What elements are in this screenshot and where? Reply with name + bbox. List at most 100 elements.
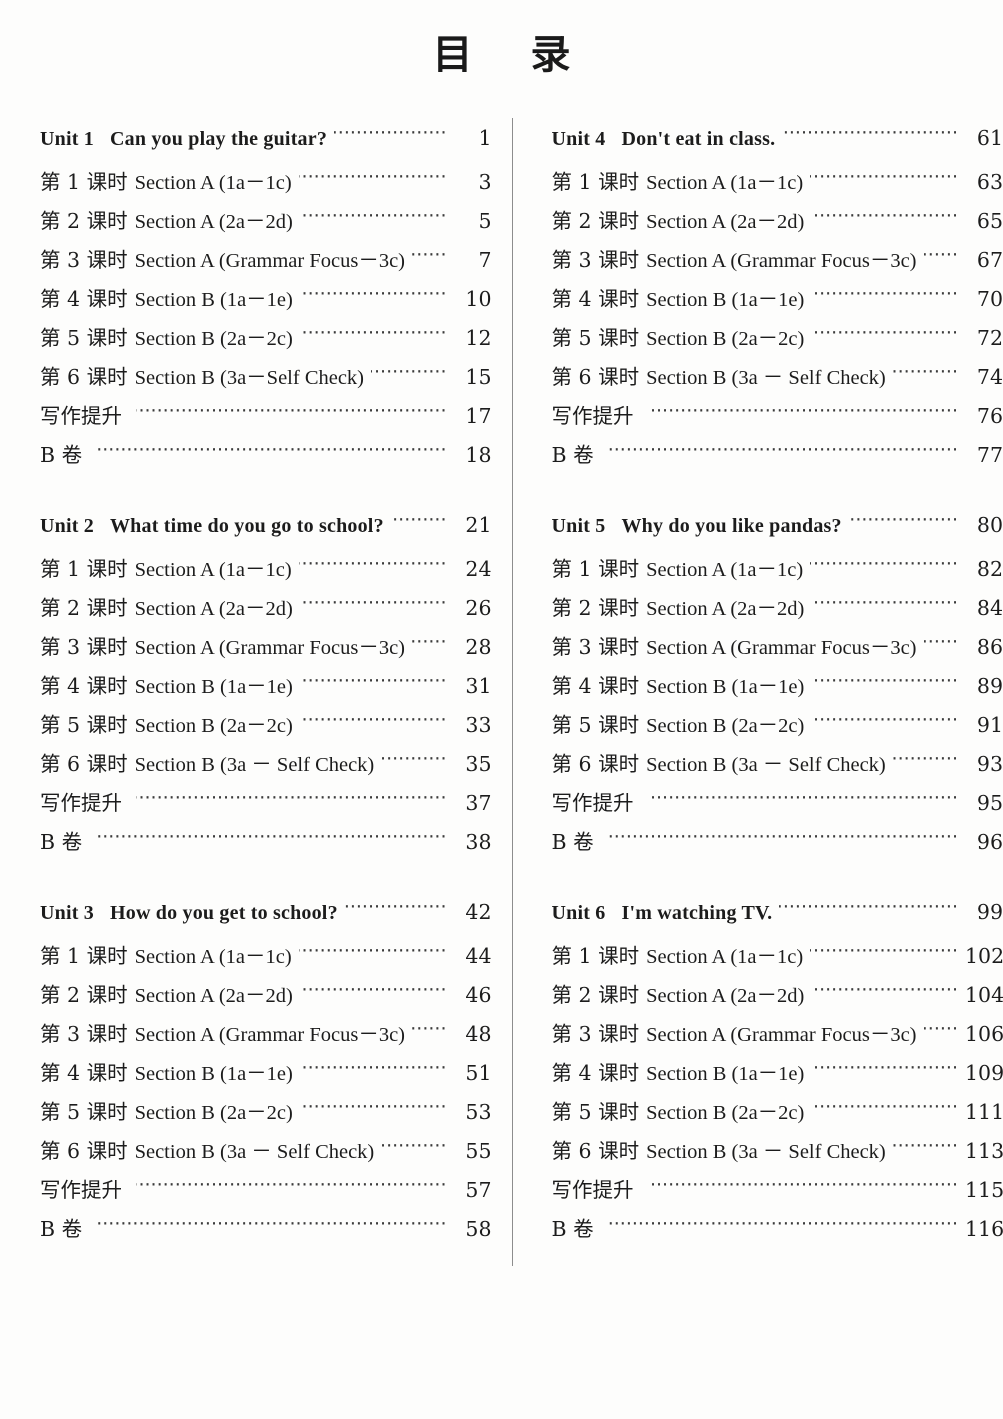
page-number: 24 [465, 557, 492, 581]
toc-lesson-row[interactable]: 第 4 课时 Section B (1a－1e) 51 [40, 1056, 492, 1095]
toc-lesson-row[interactable]: B 卷 116 [552, 1212, 1003, 1251]
leader-dots [136, 1181, 447, 1197]
page-number: 74 [976, 365, 1003, 389]
toc-lesson-row[interactable]: 第 2 课时 Section A (2a－2d) 65 [552, 204, 1003, 243]
toc-lesson-row[interactable]: 第 1 课时 Section A (1a－1c) 44 [40, 939, 492, 978]
toc-unit-block: Unit 3 How do you get to school? 42 第 1 课时 S… [40, 900, 492, 1251]
page-number: 67 [976, 248, 1003, 272]
page-number: 35 [465, 752, 492, 776]
toc-lesson-row[interactable]: 第 1 课时 Section A (1a－1c) 102 [552, 939, 1003, 978]
toc-lesson-row[interactable]: 第 5 课时 Section B (2a－2c) 53 [40, 1095, 492, 1134]
toc-lesson-row[interactable]: 第 3 课时 Section A (Grammar Focus－3c) 28 [40, 630, 492, 669]
unit-label: Unit 4 Don't eat in class. [552, 128, 776, 151]
toc-unit-block: Unit 5 Why do you like pandas? 80 第 1 课时 Sec… [552, 513, 1003, 864]
page-number: 44 [465, 944, 492, 968]
leader-dots [299, 560, 447, 576]
leader-dots [811, 599, 958, 615]
page-number: 15 [465, 365, 492, 389]
leader-dots [412, 1025, 446, 1041]
page-number: 57 [465, 1178, 492, 1202]
toc-unit-row[interactable]: Unit 1 Can you play the guitar? 1 [40, 126, 492, 165]
lesson-tag: 第 4 课时 [40, 1061, 128, 1085]
page-number: 113 [965, 1139, 1003, 1163]
toc-lesson-row[interactable]: B 卷 38 [40, 825, 492, 864]
toc-lesson-row[interactable]: 第 2 课时 Section A (2a－2d) 26 [40, 591, 492, 630]
toc-unit-row[interactable]: Unit 4 Don't eat in class. 61 [552, 126, 1003, 165]
toc-lesson-row[interactable]: 第 6 课时 Section B (3a － Self Check) 35 [40, 747, 492, 786]
page-number: 37 [465, 791, 492, 815]
toc-lesson-row[interactable]: 第 3 课时 Section A (Grammar Focus－3c) 106 [552, 1017, 1003, 1056]
toc-lesson-row[interactable]: 写作提升 57 [40, 1173, 492, 1212]
page-number: 63 [976, 170, 1003, 194]
toc-lesson-row[interactable]: 第 1 课时 Section A (1a－1c) 3 [40, 165, 492, 204]
toc-lesson-row[interactable]: 写作提升 37 [40, 786, 492, 825]
toc-lesson-row[interactable]: 第 3 课时 Section A (Grammar Focus－3c) 7 [40, 243, 492, 282]
toc-lesson-row[interactable]: 第 6 课时 Section B (3a － Self Check) 55 [40, 1134, 492, 1173]
toc-lesson-row[interactable]: 第 1 课时 Section A (1a－1c) 63 [552, 165, 1003, 204]
page-number: 109 [965, 1061, 1003, 1085]
page-number: 95 [976, 791, 1003, 815]
lesson-tag: 第 1 课时 [40, 557, 128, 581]
toc-lesson-row[interactable]: 第 6 课时 Section B (3a－Self Check) 15 [40, 360, 492, 399]
toc-lesson-row[interactable]: 写作提升 76 [552, 399, 1003, 438]
toc-unit-row[interactable]: Unit 3 How do you get to school? 42 [40, 900, 492, 939]
toc-lesson-row[interactable]: 第 6 课时 Section B (3a － Self Check) 93 [552, 747, 1003, 786]
toc-lesson-row[interactable]: 第 5 课时 Section B (2a－2c) 91 [552, 708, 1003, 747]
toc-lesson-row[interactable]: 第 3 课时 Section A (Grammar Focus－3c) 48 [40, 1017, 492, 1056]
page-number: 96 [976, 830, 1003, 854]
leader-dots [811, 212, 958, 228]
lesson-title: Section A (2a－2d) [134, 211, 293, 233]
toc-lesson-row[interactable]: 第 4 课时 Section B (1a－1e) 109 [552, 1056, 1003, 1095]
lesson-title: Section B (2a－2c) [646, 715, 805, 737]
toc-lesson-row[interactable]: 第 2 课时 Section A (2a－2d) 5 [40, 204, 492, 243]
toc-lesson-row[interactable]: 写作提升 17 [40, 399, 492, 438]
leader-dots [96, 1220, 446, 1236]
lesson-title: Section A (Grammar Focus－3c) [646, 1024, 917, 1046]
toc-lesson-row[interactable]: 第 5 课时 Section B (2a－2c) 111 [552, 1095, 1003, 1134]
toc-unit-row[interactable]: Unit 6 I'm watching TV. 99 [552, 900, 1003, 939]
toc-lesson-row[interactable]: 第 1 课时 Section A (1a－1c) 24 [40, 552, 492, 591]
toc-lesson-row[interactable]: 第 2 课时 Section A (2a－2d) 84 [552, 591, 1003, 630]
lesson-tag: 第 5 课时 [551, 713, 640, 737]
toc-lesson-row[interactable]: B 卷 77 [552, 438, 1003, 477]
page-number: 55 [465, 1139, 492, 1163]
lesson-tag: 第 2 课时 [40, 209, 128, 233]
toc-unit-block: Unit 2 What time do you go to school? 21 第 … [40, 513, 492, 864]
toc-lesson-row[interactable]: 第 6 课时 Section B (3a － Self Check) 74 [552, 360, 1003, 399]
toc-lesson-row[interactable]: B 卷 58 [40, 1212, 492, 1251]
leader-dots [782, 129, 958, 145]
page-number: 91 [976, 713, 1003, 737]
toc-lesson-row[interactable]: 第 4 课时 Section B (1a－1e) 70 [552, 282, 1003, 321]
toc-lesson-row[interactable]: 第 3 课时 Section A (Grammar Focus－3c) 67 [552, 243, 1003, 282]
toc-lesson-row[interactable]: 写作提升 115 [552, 1173, 1003, 1212]
leader-dots [300, 1103, 447, 1119]
toc-lesson-row[interactable]: 写作提升 95 [552, 786, 1003, 825]
toc-lesson-row[interactable]: 第 3 课时 Section A (Grammar Focus－3c) 86 [552, 630, 1003, 669]
toc-lesson-row[interactable]: 第 2 课时 Section A (2a－2d) 104 [552, 978, 1003, 1017]
toc-lesson-row[interactable]: 第 5 课时 Section B (2a－2c) 33 [40, 708, 492, 747]
toc-lesson-row[interactable]: 第 1 课时 Section A (1a－1c) 82 [552, 552, 1003, 591]
toc-lesson-row[interactable]: 第 2 课时 Section A (2a－2d) 46 [40, 978, 492, 1017]
toc-lesson-row[interactable]: B 卷 96 [552, 825, 1003, 864]
toc-unit-row[interactable]: Unit 2 What time do you go to school? 21 [40, 513, 492, 552]
toc-lesson-row[interactable]: 第 5 课时 Section B (2a－2c) 12 [40, 321, 492, 360]
lesson-title: Section A (Grammar Focus－3c) [134, 1024, 406, 1046]
unit-label: Unit 1 Can you play the guitar? [40, 128, 327, 151]
toc-unit-row[interactable]: Unit 5 Why do you like pandas? 80 [552, 513, 1003, 552]
lesson-tag: 第 2 课时 [40, 983, 128, 1007]
toc-lesson-row[interactable]: 第 5 课时 Section B (2a－2c) 72 [552, 321, 1003, 360]
toc-lesson-row[interactable]: 第 4 课时 Section B (1a－1e) 10 [40, 282, 492, 321]
toc-lesson-row[interactable]: 第 4 课时 Section B (1a－1e) 31 [40, 669, 492, 708]
lesson-tag: 第 5 课时 [551, 326, 640, 350]
toc-lesson-row[interactable]: 第 4 课时 Section B (1a－1e) 89 [552, 669, 1003, 708]
lesson-tag: 第 1 课时 [551, 170, 640, 194]
toc-lesson-row[interactable]: B 卷 18 [40, 438, 492, 477]
page-number: 21 [465, 513, 492, 537]
toc-lesson-row[interactable]: 第 6 课时 Section B (3a － Self Check) 113 [552, 1134, 1003, 1173]
lesson-title: Section A (1a－1c) [134, 946, 292, 968]
leader-dots [608, 446, 958, 462]
leader-dots [924, 1025, 958, 1041]
leader-dots [810, 560, 958, 576]
lesson-tag: 第 6 课时 [40, 365, 128, 389]
lesson-tag: B 卷 [40, 443, 83, 467]
